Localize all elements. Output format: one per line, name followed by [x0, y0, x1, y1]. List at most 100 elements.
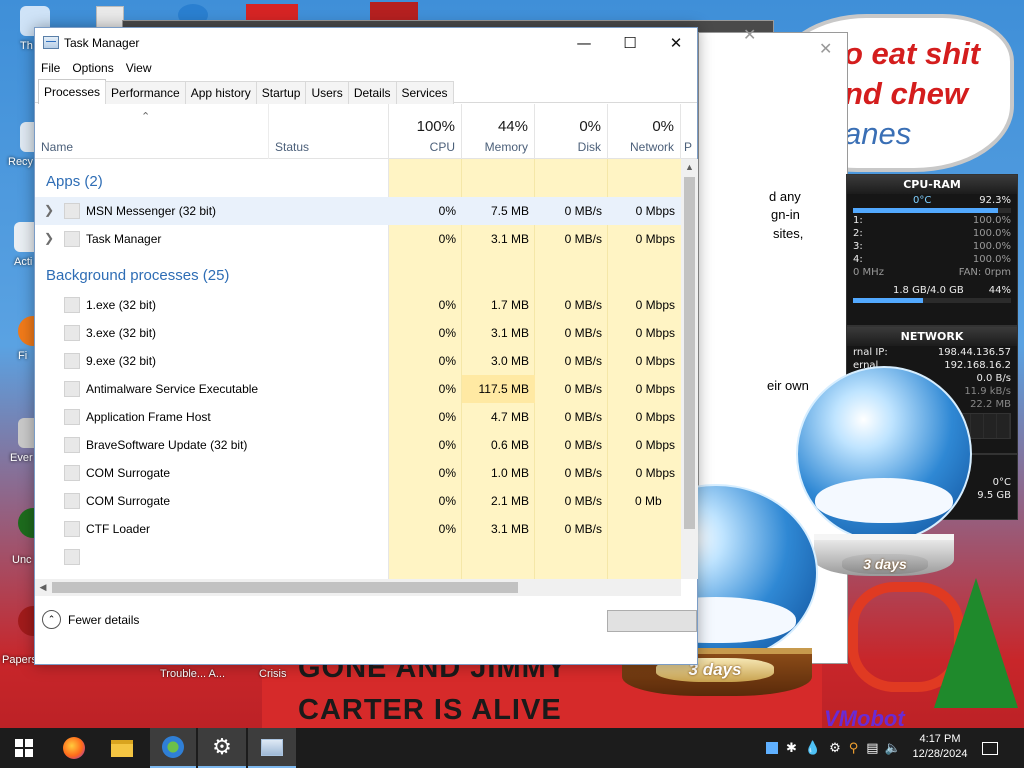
table-row[interactable]: [35, 543, 681, 571]
col-power[interactable]: P: [681, 104, 699, 159]
table-row[interactable]: Application Frame Host 0% 4.7 MB 0 MB/s …: [35, 403, 681, 431]
process-icon: [64, 325, 80, 341]
clock[interactable]: 4:17 PM 12/28/2024: [902, 732, 978, 762]
tab-services[interactable]: Services: [395, 81, 454, 104]
menu-options[interactable]: Options: [66, 61, 119, 75]
cpu-total: 92.3%: [979, 195, 1011, 206]
task-manager-icon: [261, 738, 283, 756]
firefox-icon: [63, 737, 85, 759]
system-tray: ✱ 💧 ⚙ ⚲ ▤ 🔈: [766, 728, 901, 768]
horizontal-scrollbar[interactable]: ◀: [35, 579, 681, 596]
core-row: 3: 100.0%: [853, 241, 1011, 252]
fewer-details-label: Fewer details: [68, 612, 140, 627]
title-bar[interactable]: Task Manager — ☐ ✕: [35, 28, 697, 57]
top-icon[interactable]: [96, 6, 124, 28]
footer: ⌃ Fewer details: [35, 596, 697, 665]
fewer-details-button[interactable]: ⌃ Fewer details: [42, 610, 139, 629]
scroll-thumb[interactable]: [52, 582, 518, 593]
clock-date: 12/28/2024: [912, 748, 968, 760]
tray-square-icon[interactable]: [766, 742, 778, 754]
start-button[interactable]: [0, 728, 48, 768]
table-row[interactable]: BraveSoftware Update (32 bit) 0% 0.6 MB …: [35, 431, 681, 459]
taskbar-label[interactable]: Trouble... A...: [160, 668, 225, 680]
chevron-up-icon: ⌃: [42, 610, 61, 629]
col-memory[interactable]: 44% Memory: [462, 104, 535, 159]
freq-row: 0 MHz FAN: 0rpm: [853, 267, 1011, 278]
column-header: ⌃ Name Status 100% CPU 44% Memory 0% Dis…: [35, 104, 697, 159]
scroll-left-icon[interactable]: ◀: [35, 579, 51, 596]
clock-time: 4:17 PM: [919, 733, 961, 745]
tab-bar: Processes Performance App history Startu…: [35, 79, 697, 104]
table-row[interactable]: 9.exe (32 bit) 0% 3.0 MB 0 MB/s 0 Mbps: [35, 347, 681, 375]
table-row[interactable]: ❯ MSN Messenger (32 bit) 0% 7.5 MB 0 MB/…: [35, 197, 681, 225]
close-icon[interactable]: ✕: [743, 25, 756, 44]
scroll-up-icon[interactable]: ▲: [681, 159, 698, 175]
menu-view[interactable]: View: [120, 61, 158, 75]
tab-performance[interactable]: Performance: [105, 81, 186, 104]
firefox-taskbar-button[interactable]: [50, 728, 98, 768]
page-text: sites,: [773, 226, 804, 241]
windows-logo-icon: [15, 739, 33, 757]
expand-chevron-icon[interactable]: ❯: [44, 231, 54, 245]
table-row[interactable]: 3.exe (32 bit) 0% 3.1 MB 0 MB/s 0 Mbps: [35, 319, 681, 347]
banner-text: CARTER IS ALIVE: [298, 694, 562, 726]
tab-startup[interactable]: Startup: [255, 81, 307, 104]
group-header-background[interactable]: Background processes (25): [46, 267, 229, 284]
table-row[interactable]: CTF Loader 0% 3.1 MB 0 MB/s: [35, 515, 681, 543]
table-row[interactable]: 1.exe (32 bit) 0% 1.7 MB 0 MB/s 0 Mbps: [35, 291, 681, 319]
tab-processes[interactable]: Processes: [38, 79, 107, 104]
task-manager-window[interactable]: Task Manager — ☐ ✕ File Options View Pro…: [34, 27, 698, 665]
col-disk[interactable]: 0% Disk: [535, 104, 608, 159]
process-icon: [64, 231, 80, 247]
speaker-muted-icon[interactable]: 🔈: [885, 741, 901, 756]
tray-drop-icon[interactable]: 💧: [805, 741, 821, 756]
col-status[interactable]: Status: [269, 104, 389, 159]
close-button[interactable]: ✕: [653, 28, 699, 57]
menu-file[interactable]: File: [35, 61, 66, 75]
taskbar-label[interactable]: Crisis: [259, 668, 287, 680]
process-icon: [64, 203, 80, 219]
task-manager-taskbar-button[interactable]: [248, 728, 296, 768]
col-cpu[interactable]: 100% CPU: [389, 104, 462, 159]
cpu-temp: 0°C: [913, 195, 932, 206]
close-icon[interactable]: ✕: [819, 39, 832, 58]
scroll-thumb[interactable]: [684, 177, 695, 529]
process-list: Apps (2) ❯ MSN Messenger (32 bit) 0% 7.5…: [35, 159, 681, 579]
process-icon: [64, 437, 80, 453]
tab-app-history[interactable]: App history: [184, 81, 257, 104]
process-icon: [64, 493, 80, 509]
table-row[interactable]: COM Surrogate 0% 2.1 MB 0 MB/s 0 Mb: [35, 487, 681, 515]
gadget-title: NETWORK: [847, 327, 1017, 346]
table-row[interactable]: COM Surrogate 0% 1.0 MB 0 MB/s 0 Mbps: [35, 459, 681, 487]
tab-details[interactable]: Details: [347, 81, 397, 104]
table-row[interactable]: ❯ Task Manager 0% 3.1 MB 0 MB/s 0 Mbps: [35, 225, 681, 253]
globe-plate: 3 days: [842, 554, 928, 574]
msn-messenger-button[interactable]: [150, 728, 196, 768]
table-row[interactable]: Antimalware Service Executable 0% 117.5 …: [35, 375, 681, 403]
col-network[interactable]: 0% Network: [608, 104, 681, 159]
col-name[interactable]: Name: [35, 104, 269, 159]
vertical-scrollbar[interactable]: ▲: [681, 159, 698, 579]
cpu-bar: [853, 208, 1011, 213]
minimize-button[interactable]: —: [561, 28, 607, 57]
menu-bar: File Options View: [35, 57, 697, 79]
notification-button[interactable]: [982, 728, 1002, 768]
process-icon: [64, 549, 80, 565]
taskbar: ⚙ ✱ 💧 ⚙ ⚲ ▤ 🔈 4:17 PM 12/28/2024: [0, 728, 1024, 768]
search-icon[interactable]: ⚲: [849, 741, 859, 756]
window-title: Task Manager: [64, 36, 140, 50]
tab-users[interactable]: Users: [305, 81, 349, 104]
messenger-icon: [162, 736, 184, 758]
settings-button[interactable]: ⚙: [198, 728, 246, 768]
tray-app-icon[interactable]: ✱: [786, 741, 797, 756]
maximize-button[interactable]: ☐: [607, 28, 653, 57]
gadget-row: 0°C 92.3%: [847, 194, 1017, 207]
group-header-apps[interactable]: Apps (2): [46, 173, 103, 190]
core-row: 2: 100.0%: [853, 228, 1011, 239]
tray-gear-icon[interactable]: ⚙: [829, 741, 841, 756]
expand-chevron-icon[interactable]: ❯: [44, 203, 54, 217]
network-icon[interactable]: ▤: [866, 741, 878, 756]
end-task-button[interactable]: [607, 610, 697, 632]
file-explorer-button[interactable]: [98, 728, 146, 768]
speech-line: o eat shit: [844, 36, 981, 71]
